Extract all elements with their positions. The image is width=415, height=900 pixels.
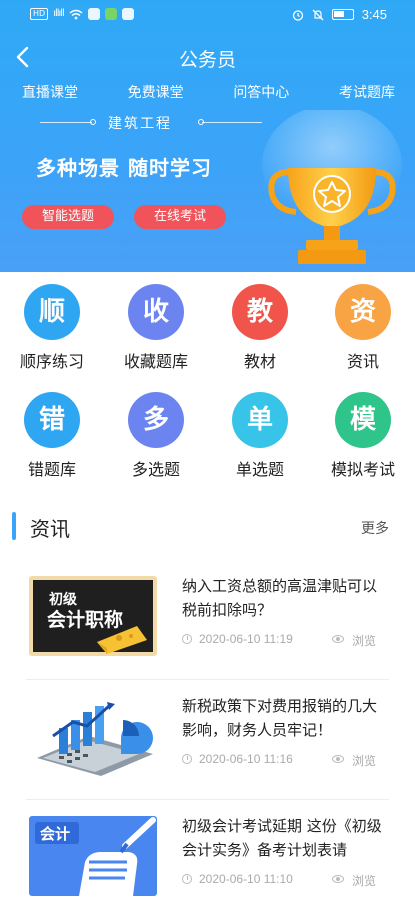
thumb-text-line2: 会计职称 (47, 608, 123, 631)
accounting-hand-thumbnail: 会计 (29, 816, 157, 896)
grid-item-order-practice[interactable]: 顺 顺序练习 (0, 282, 104, 382)
status-bar: HD ıllıll 3:45 (0, 0, 415, 32)
clock-icon (182, 874, 192, 884)
hd-icon: HD (30, 8, 49, 20)
grid-item-label: 多选题 (131, 460, 180, 479)
app-notification-icon (87, 8, 100, 20)
accounting-title-thumbnail: 初级 会计职称 (29, 576, 157, 656)
single-choice-icon: 单 (232, 392, 288, 448)
grid-item-label: 收藏题库 (123, 352, 188, 371)
news-list-item[interactable]: 初级 会计职称 纳入工资总额的高温津贴可以税前扣除吗？ 2020-06-10 1… (0, 560, 415, 680)
news-list-item[interactable]: 会计 初级会计考试延期 这份《初级会计实务》备考计划表请 2020-06-10 … (0, 800, 415, 900)
grid-item-label: 教材 (243, 352, 276, 371)
news-meta: 2020-06-10 11:19 浏览 (182, 632, 382, 648)
grid-item-label: 资讯 (346, 352, 379, 371)
grid-item-multi-choice[interactable]: 多 多选题 (104, 390, 208, 490)
status-right-icons: 3:45 (292, 7, 387, 22)
order-practice-icon: 顺 (24, 284, 80, 340)
finance-chart-thumbnail (29, 696, 157, 776)
tab-qa-center[interactable]: 问答中心 (233, 82, 289, 102)
news-thumbnail: 初级 会计职称 (29, 576, 157, 656)
eye-icon (332, 635, 344, 643)
grid-item-wrong-questions[interactable]: 错 错题库 (0, 390, 104, 490)
news-section-header: 资讯 更多 (0, 508, 415, 544)
smart-select-button[interactable]: 智能选题 (22, 205, 114, 229)
favorites-icon: 收 (128, 284, 184, 340)
wechat-notification-icon (104, 8, 117, 20)
banner-slogan: 多种场景 随时学习 (36, 156, 212, 180)
thumb-tag: 会计 (40, 825, 70, 843)
top-tab-bar: 直播课堂 免费课堂 问答中心 考试题库 (0, 82, 415, 102)
grid-item-label: 模拟考试 (330, 460, 395, 479)
wrong-questions-icon: 错 (24, 392, 80, 448)
app-notification-icon (121, 8, 134, 20)
news-title: 纳入工资总额的高温津贴可以税前扣除吗？ (182, 577, 378, 619)
news-meta: 2020-06-10 11:10 浏览 (182, 872, 382, 888)
textbook-icon: 教 (232, 284, 288, 340)
news-icon: 资 (335, 284, 391, 340)
grid-item-label: 错题库 (27, 460, 76, 479)
tab-free-class[interactable]: 免费课堂 (128, 82, 184, 102)
subject-label: 建筑工程 (108, 116, 172, 132)
clock-icon (182, 634, 192, 644)
more-news-link[interactable]: 更多 (361, 518, 389, 538)
battery-icon (331, 9, 354, 20)
news-views: 浏览 (352, 634, 377, 648)
subject-selector[interactable]: 建筑工程 (0, 113, 300, 133)
eye-icon (332, 875, 344, 883)
grid-item-single-choice[interactable]: 单 单选题 (208, 390, 312, 490)
news-section-title: 资讯 (30, 517, 70, 541)
news-time: 2020-06-10 11:16 (199, 752, 293, 766)
thumb-text-line1: 初级 (49, 591, 78, 608)
news-thumbnail (29, 696, 157, 776)
news-list-item[interactable]: 新税政策下对费用报销的几大影响，财务人员牢记！ 2020-06-10 11:16… (0, 680, 415, 800)
status-left-icons: HD ıllıll (30, 8, 134, 20)
news-title: 初级会计考试延期 这份《初级会计实务》备考计划表请 (182, 817, 382, 859)
decor-dot (90, 119, 96, 125)
grid-item-textbook[interactable]: 教 教材 (208, 282, 312, 382)
news-time: 2020-06-10 11:10 (199, 872, 293, 886)
news-title: 新税政策下对费用报销的几大影响，财务人员牢记！ (182, 697, 378, 739)
online-exam-button[interactable]: 在线考试 (134, 205, 226, 229)
news-thumbnail: 会计 (29, 816, 157, 896)
trophy-icon (262, 110, 402, 264)
alarm-icon (292, 9, 303, 21)
news-views: 浏览 (352, 754, 377, 768)
header-banner: HD ıllıll 3:45 公务员 直播课堂 免费课堂 问答中心 考试题库 建… (0, 0, 415, 272)
grid-item-favorites[interactable]: 收 收藏题库 (104, 282, 208, 382)
status-time: 3:45 (361, 7, 387, 22)
mock-exam-icon: 模 (335, 392, 391, 448)
eye-icon (332, 755, 344, 763)
tab-exam-bank[interactable]: 考试题库 (339, 82, 395, 102)
decor-line (40, 122, 92, 123)
news-views: 浏览 (352, 874, 377, 888)
decor-line (202, 122, 262, 123)
page-title: 公务员 (178, 49, 236, 71)
grid-item-label: 顺序练习 (19, 352, 84, 371)
clock-icon (182, 754, 192, 764)
section-accent-bar (12, 512, 16, 540)
grid-item-label: 单选题 (235, 460, 284, 479)
tab-live-class[interactable]: 直播课堂 (22, 82, 78, 102)
mute-icon (312, 9, 324, 20)
grid-item-mock-exam[interactable]: 模 模拟考试 (311, 390, 415, 490)
signal-icon: ıllıll (53, 8, 65, 19)
news-meta: 2020-06-10 11:16 浏览 (182, 752, 382, 768)
grid-item-news[interactable]: 资 资讯 (311, 282, 415, 382)
multi-choice-icon: 多 (128, 392, 184, 448)
news-time: 2020-06-10 11:19 (199, 632, 293, 646)
wifi-icon (69, 9, 83, 19)
